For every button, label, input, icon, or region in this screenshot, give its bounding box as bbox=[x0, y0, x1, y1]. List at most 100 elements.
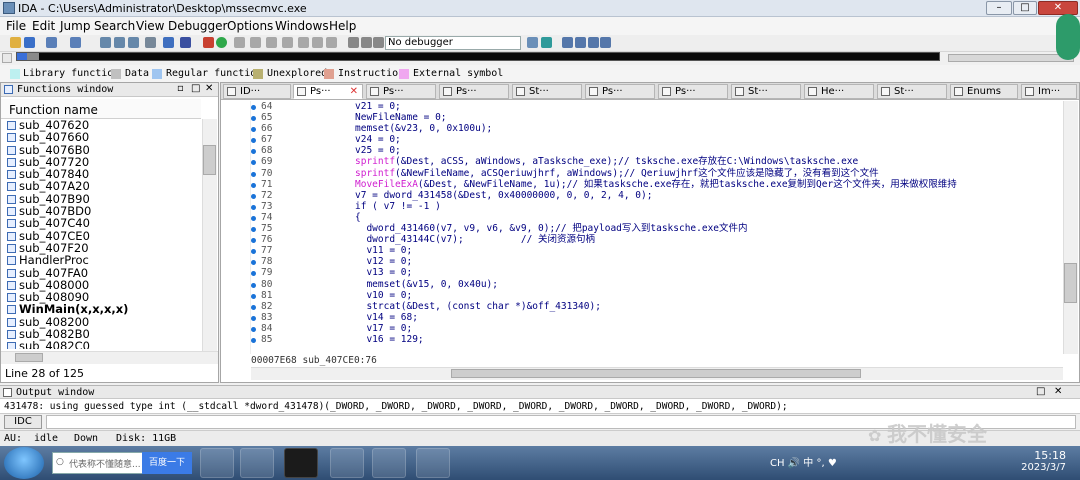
code-line[interactable]: 77 v11 = 0; bbox=[251, 245, 1061, 256]
breakpoint-dot-icon[interactable] bbox=[251, 315, 256, 321]
tab-9[interactable]: St··· bbox=[877, 84, 947, 99]
tab-8[interactable]: He··· bbox=[804, 84, 874, 99]
code-line[interactable]: 69 sprintf(&Dest, aCSS, aWindows, aTasksc… bbox=[251, 156, 1061, 167]
save-icon[interactable] bbox=[24, 37, 35, 48]
tab-10[interactable]: Enums bbox=[950, 84, 1018, 99]
code-line[interactable]: 71 MoveFileExA(&Dest, &NewFileName, 1u);/… bbox=[251, 179, 1061, 190]
play-icon[interactable] bbox=[348, 37, 359, 48]
code-icon[interactable] bbox=[312, 37, 323, 48]
pseudocode-view[interactable]: 64 v21 = 0; 65 NewFileName = 0; 66 memset(&v2… bbox=[251, 101, 1061, 354]
menu-view[interactable]: View bbox=[136, 19, 164, 33]
menu-options[interactable]: Options bbox=[227, 19, 273, 33]
tab-5[interactable]: Ps··· bbox=[585, 84, 655, 99]
next-search-icon[interactable] bbox=[145, 37, 156, 48]
output-window[interactable]: 431478: using guessed type int (__stdcal… bbox=[0, 399, 1080, 413]
function-name-column-header[interactable]: Function name bbox=[1, 99, 201, 119]
data-icon[interactable] bbox=[298, 37, 309, 48]
breakpoint-dot-icon[interactable] bbox=[251, 105, 256, 110]
code-line[interactable]: 85 v16 = 129; bbox=[251, 334, 1061, 345]
breakpoint-dot-icon[interactable] bbox=[251, 215, 256, 221]
xref-to-icon[interactable] bbox=[250, 37, 261, 48]
breakpoint-dot-icon[interactable] bbox=[251, 193, 256, 199]
breakpoint-dot-icon[interactable] bbox=[251, 138, 256, 144]
code-line[interactable]: 72 v7 = dword_431458(&Dest, 0x40000000, 0… bbox=[251, 190, 1061, 201]
code-line[interactable]: 73 if ( v7 != -1 ) bbox=[251, 201, 1061, 212]
tab-6[interactable]: Ps··· bbox=[658, 84, 728, 99]
idc-button[interactable]: IDC bbox=[4, 415, 42, 429]
breakpoint-dot-icon[interactable] bbox=[251, 282, 256, 288]
undefine-icon[interactable] bbox=[326, 37, 337, 48]
bar-chart-icon[interactable] bbox=[562, 37, 573, 48]
code-line[interactable]: 74 { bbox=[251, 212, 1061, 223]
tab-11[interactable]: Im··· bbox=[1021, 84, 1077, 99]
debugger-select[interactable]: No debugger bbox=[385, 36, 521, 50]
tab-0[interactable]: ID··· bbox=[223, 84, 291, 99]
breakpoint-dot-icon[interactable] bbox=[251, 227, 256, 233]
output-pin-icon[interactable]: □ bbox=[1036, 386, 1045, 397]
xref-from-icon[interactable] bbox=[266, 37, 277, 48]
close-button[interactable]: ✕ bbox=[1038, 1, 1078, 15]
code-hscroll-thumb[interactable] bbox=[451, 369, 861, 378]
menu-help[interactable]: Help bbox=[329, 19, 356, 33]
breakpoint-dot-icon[interactable] bbox=[251, 182, 256, 188]
nav-left-arrow-icon[interactable] bbox=[2, 53, 12, 63]
menu-jump[interactable]: Jump bbox=[60, 19, 90, 33]
cmd-terminal-icon[interactable] bbox=[284, 448, 318, 478]
code-line[interactable]: 66 memset(&v23, 0, 0x100u); bbox=[251, 123, 1061, 134]
ida-taskbar-icon[interactable] bbox=[372, 448, 406, 478]
breakpoint-dot-icon[interactable] bbox=[251, 260, 256, 266]
breakpoint-dot-icon[interactable] bbox=[251, 293, 256, 299]
menu-windows[interactable]: Windows bbox=[275, 19, 329, 33]
navigation-band[interactable] bbox=[16, 52, 940, 61]
functions-horizontal-scrollbar[interactable] bbox=[1, 351, 218, 364]
breakpoint-dot-icon[interactable] bbox=[251, 204, 256, 210]
breakpoint-dot-icon[interactable] bbox=[251, 249, 256, 255]
maximize-button[interactable]: □ bbox=[1013, 1, 1037, 15]
code-line[interactable]: 81 v10 = 0; bbox=[251, 290, 1061, 301]
stop-icon[interactable] bbox=[373, 37, 384, 48]
breakpoint-dot-icon[interactable] bbox=[251, 304, 256, 310]
jump-to-address-icon[interactable] bbox=[180, 37, 191, 48]
functions-scroll-thumb[interactable] bbox=[203, 145, 216, 175]
tab-4[interactable]: St··· bbox=[512, 84, 582, 99]
open-icon[interactable] bbox=[10, 37, 21, 48]
user-xref-icon[interactable] bbox=[600, 37, 611, 48]
menu-file[interactable]: File bbox=[6, 19, 26, 33]
code-line[interactable]: 64 v21 = 0; bbox=[251, 101, 1061, 112]
tab-3[interactable]: Ps··· bbox=[439, 84, 509, 99]
code-scroll-thumb[interactable] bbox=[1064, 263, 1077, 303]
breakpoint-dot-icon[interactable] bbox=[251, 238, 256, 244]
graph-icon[interactable] bbox=[203, 37, 214, 48]
code-line[interactable]: 78 v12 = 0; bbox=[251, 256, 1061, 267]
forward-icon[interactable] bbox=[70, 37, 81, 48]
code-vertical-scrollbar[interactable] bbox=[1063, 101, 1078, 354]
tab-1[interactable]: Ps··· ✕ bbox=[293, 84, 363, 99]
code-line[interactable]: 75 dword_431460(v7, v9, v6, &v9, 0);// 把… bbox=[251, 223, 1061, 234]
functions-pin-icon[interactable]: □ bbox=[191, 83, 200, 94]
code-line[interactable]: 65 NewFileName = 0; bbox=[251, 112, 1061, 123]
breakpoint-dot-icon[interactable] bbox=[251, 171, 256, 177]
nav-band-scroll[interactable] bbox=[948, 54, 1074, 62]
code-line[interactable]: 76 dword_43144C(v7); // 关闭资源句柄 bbox=[251, 234, 1061, 245]
breakpoint-dot-icon[interactable] bbox=[251, 326, 256, 332]
text-search-icon[interactable] bbox=[114, 37, 125, 48]
menu-edit[interactable]: Edit bbox=[32, 19, 55, 33]
system-tray[interactable]: CH 🔊 中 °, ♥ bbox=[770, 454, 837, 469]
tab-2[interactable]: Ps··· bbox=[366, 84, 436, 99]
breakpoint-dot-icon[interactable] bbox=[251, 149, 256, 155]
refresh-icon[interactable] bbox=[541, 37, 552, 48]
edit-icon[interactable] bbox=[282, 37, 293, 48]
code-line[interactable]: 84 v17 = 0; bbox=[251, 323, 1061, 334]
breakpoint-dot-icon[interactable] bbox=[251, 127, 256, 133]
immediate-search-icon[interactable] bbox=[128, 37, 139, 48]
start-button[interactable] bbox=[4, 447, 44, 479]
functions-float-icon[interactable]: ▫ bbox=[177, 83, 184, 94]
binary-search-icon[interactable] bbox=[100, 37, 111, 48]
ie-browser-icon[interactable] bbox=[200, 448, 234, 478]
code-line[interactable]: 83 v14 = 68; bbox=[251, 312, 1061, 323]
app-pin-icon[interactable] bbox=[330, 448, 364, 478]
taskbar-clock[interactable]: 15:18 2023/3/7 bbox=[1006, 449, 1066, 473]
breakpoint-dot-icon[interactable] bbox=[251, 116, 256, 122]
breakpoint-dot-icon[interactable] bbox=[251, 271, 256, 277]
functions-hscroll-thumb[interactable] bbox=[15, 353, 43, 362]
